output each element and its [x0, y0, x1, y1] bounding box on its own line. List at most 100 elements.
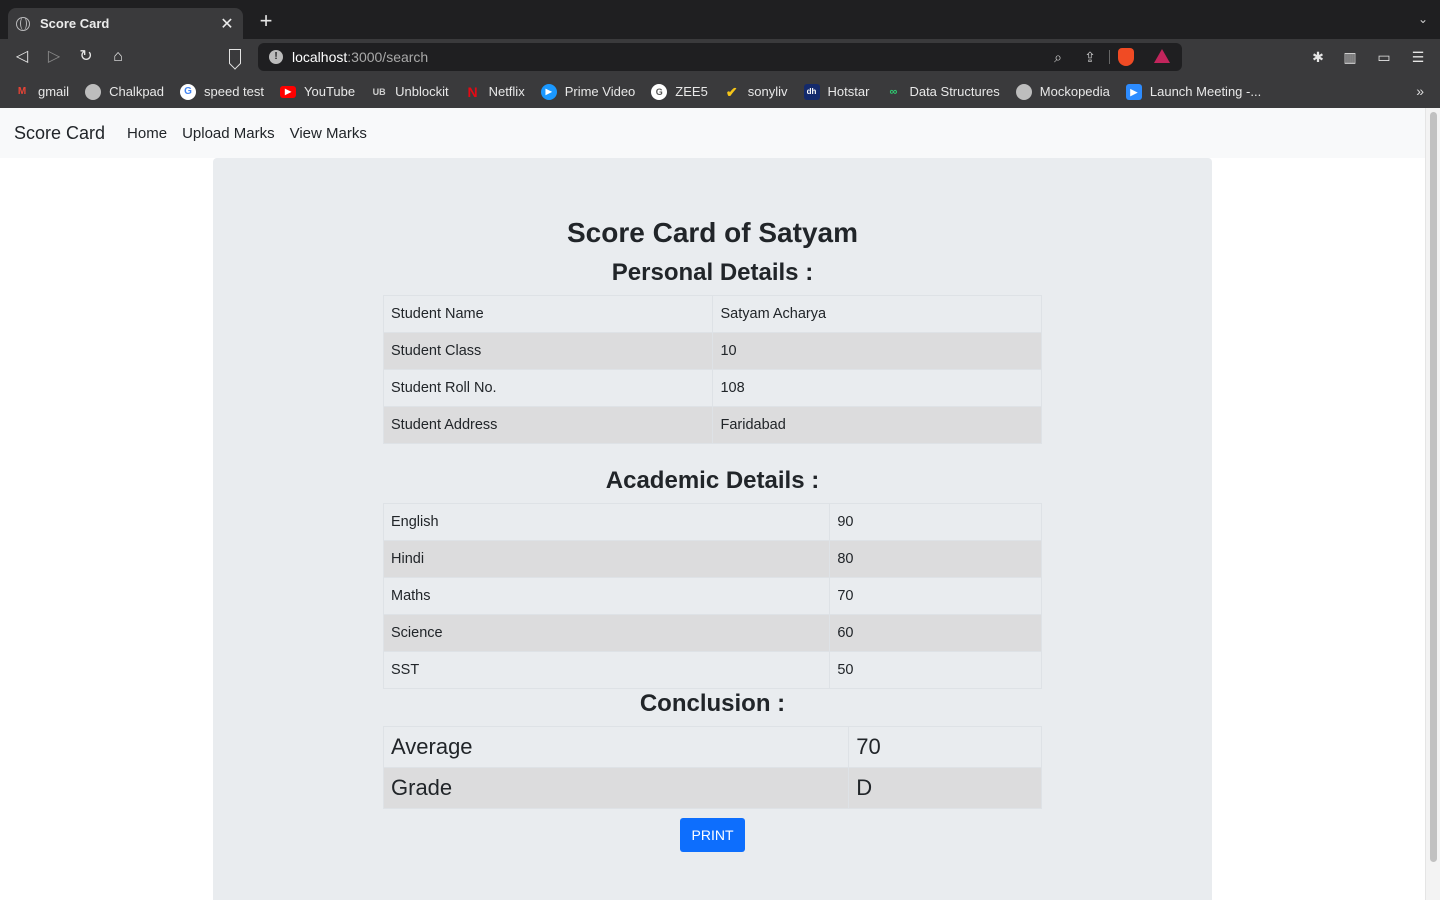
page-scrollbar[interactable]	[1425, 108, 1440, 900]
reload-icon[interactable]: ↻	[76, 47, 96, 67]
academic-details-table: English 90 Hindi 80 Maths 70 Science 60 SST 5…	[382, 503, 1042, 689]
address-bar[interactable]: ! localhost:3000/search ⌕ ⇪	[258, 43, 1182, 71]
table-row: Average 70	[382, 726, 1042, 768]
table-cell-label: Student Class	[382, 332, 714, 370]
tab-close-icon[interactable]: ✕	[219, 14, 235, 34]
menu-icon[interactable]: ☰	[1409, 48, 1427, 66]
page-title: Score Card of Satyam	[567, 217, 858, 248]
table-cell-value: 108	[712, 369, 1042, 407]
bookmark-label: Launch Meeting -...	[1149, 84, 1262, 99]
sidebar-icon[interactable]: ▥	[1341, 48, 1359, 66]
new-tab-button[interactable]: +	[256, 10, 276, 32]
back-icon[interactable]: ◁	[12, 47, 32, 67]
bookmark-chalkpad[interactable]: Chalkpad	[85, 83, 165, 100]
bookmark-label: ZEE5	[675, 84, 708, 99]
marks-cell: 80	[829, 540, 1042, 578]
url-host: localhost	[292, 49, 348, 65]
bookmark-mockopedia[interactable]: Mockopedia	[1015, 83, 1110, 100]
marks-cell: 50	[829, 651, 1042, 689]
unblockit-icon: UB	[372, 86, 386, 97]
table-cell-value: Faridabad	[712, 406, 1042, 444]
forward-icon[interactable]: ▷	[44, 47, 64, 67]
table-row: Grade D	[382, 767, 1042, 809]
marks-cell: 70	[829, 577, 1042, 615]
bookmark-label: sonyliv	[747, 84, 788, 99]
bookmark-youtube[interactable]: ▶ YouTube	[280, 84, 355, 99]
table-row: Student Name Satyam Acharya	[382, 295, 1042, 333]
bookmark-gmail[interactable]: Mgmail	[14, 84, 69, 100]
conclusion-value: 70	[848, 726, 1042, 768]
browser-tab[interactable]: Score Card ✕	[8, 8, 243, 39]
site-navbar: Score Card Home Upload Marks View Marks	[0, 108, 1425, 158]
browser-toolbar: ◁ ▷ ↻ ⌂ ! localhost:3000/search ⌕ ⇪ ✱ ▥ …	[0, 39, 1440, 75]
table-cell-value: 10	[712, 332, 1042, 370]
bookmark-label: Data Structures	[909, 84, 1000, 99]
share-icon[interactable]: ⇪	[1082, 49, 1098, 65]
globe-icon	[16, 16, 30, 31]
bookmark-label: YouTube	[304, 84, 356, 99]
conclusion-table: Average 70 Grade D	[382, 726, 1042, 809]
zoom-icon: ▶	[1125, 83, 1142, 100]
bookmark-speed-test[interactable]: Gspeed test	[180, 83, 264, 100]
scrollbar-thumb[interactable]	[1430, 112, 1437, 862]
table-row: Student Class 10	[382, 332, 1042, 370]
sonyliv-icon: ✔	[725, 83, 738, 100]
table-row: Science 60	[382, 614, 1042, 652]
bookmark-icon[interactable]	[229, 49, 241, 64]
globe-icon	[85, 83, 102, 100]
subject-cell: Hindi	[382, 540, 831, 578]
score-card-panel: Score Card of Satyam Personal Details : …	[213, 158, 1212, 900]
table-cell-value: Satyam Acharya	[712, 295, 1042, 333]
bookmark-sonyliv[interactable]: ✔ sonyliv	[724, 84, 788, 100]
bookmark-hotstar[interactable]: dh Hotstar	[803, 83, 869, 100]
tab-title: Score Card	[40, 16, 110, 31]
extensions-icon[interactable]: ✱	[1309, 48, 1327, 66]
brave-shields-icon[interactable]	[1118, 48, 1134, 66]
conclusion-label: Average	[382, 726, 850, 768]
conclusion-value: D	[848, 767, 1042, 809]
tab-list-chevron-icon[interactable]: ⌄	[1418, 12, 1428, 26]
table-row: Maths 70	[382, 577, 1042, 615]
bookmark-label: Chalkpad	[109, 84, 165, 99]
wallet-icon[interactable]: ▭	[1375, 48, 1393, 66]
personal-details-heading: Personal Details :	[611, 259, 814, 286]
marks-cell: 60	[829, 614, 1042, 652]
bookmark-launch-meeting[interactable]: ▶ Launch Meeting -...	[1125, 83, 1262, 100]
subject-cell: SST	[382, 651, 831, 689]
more-bookmarks-icon[interactable]: »	[1416, 83, 1424, 99]
table-row: SST 50	[382, 651, 1042, 689]
table-row: Student Address Faridabad	[382, 406, 1042, 444]
bookmark-unblockit[interactable]: UB Unblockit	[371, 84, 449, 100]
gmail-icon: M	[17, 85, 27, 97]
bookmark-prime-video[interactable]: ▶ Prime Video	[540, 83, 636, 100]
navbar-brand[interactable]: Score Card	[14, 123, 105, 144]
home-icon[interactable]: ⌂	[108, 47, 128, 67]
prime-video-icon: ▶	[540, 83, 557, 100]
conclusion-label: Grade	[382, 767, 850, 809]
nav-link-upload-marks[interactable]: Upload Marks	[182, 125, 275, 142]
hotstar-icon: dh	[803, 83, 820, 100]
google-icon: G	[180, 83, 197, 100]
bookmark-zee5[interactable]: G ZEE5	[651, 83, 708, 100]
nav-link-view-marks[interactable]: View Marks	[290, 125, 367, 142]
print-button[interactable]: PRINT	[680, 818, 745, 852]
table-row: English 90	[382, 503, 1042, 541]
bookmark-label: Mockopedia	[1039, 84, 1110, 99]
conclusion-heading: Conclusion :	[639, 690, 786, 717]
nav-link-home[interactable]: Home	[127, 125, 167, 142]
bookmark-data-structures[interactable]: ∞ Data Structures	[885, 84, 1000, 100]
bookmark-label: Prime Video	[564, 84, 636, 99]
zoom-icon[interactable]: ⌕	[1050, 49, 1066, 65]
table-row: Hindi 80	[382, 540, 1042, 578]
divider	[1109, 50, 1110, 64]
marks-cell: 90	[829, 503, 1042, 541]
bookmark-netflix[interactable]: N Netflix	[465, 84, 525, 100]
web-page: Score Card Home Upload Marks View Marks …	[0, 108, 1425, 900]
brave-rewards-icon[interactable]	[1154, 49, 1170, 63]
zee5-icon: G	[651, 83, 668, 100]
personal-details-table: Student Name Satyam Acharya Student Class…	[382, 295, 1042, 444]
academic-details-heading: Academic Details :	[605, 467, 820, 494]
subject-cell: Maths	[382, 577, 831, 615]
site-info-icon[interactable]: !	[269, 50, 283, 64]
bookmarks-bar: Mgmail Chalkpad Gspeed test ▶ YouTube UB U…	[0, 75, 1440, 108]
